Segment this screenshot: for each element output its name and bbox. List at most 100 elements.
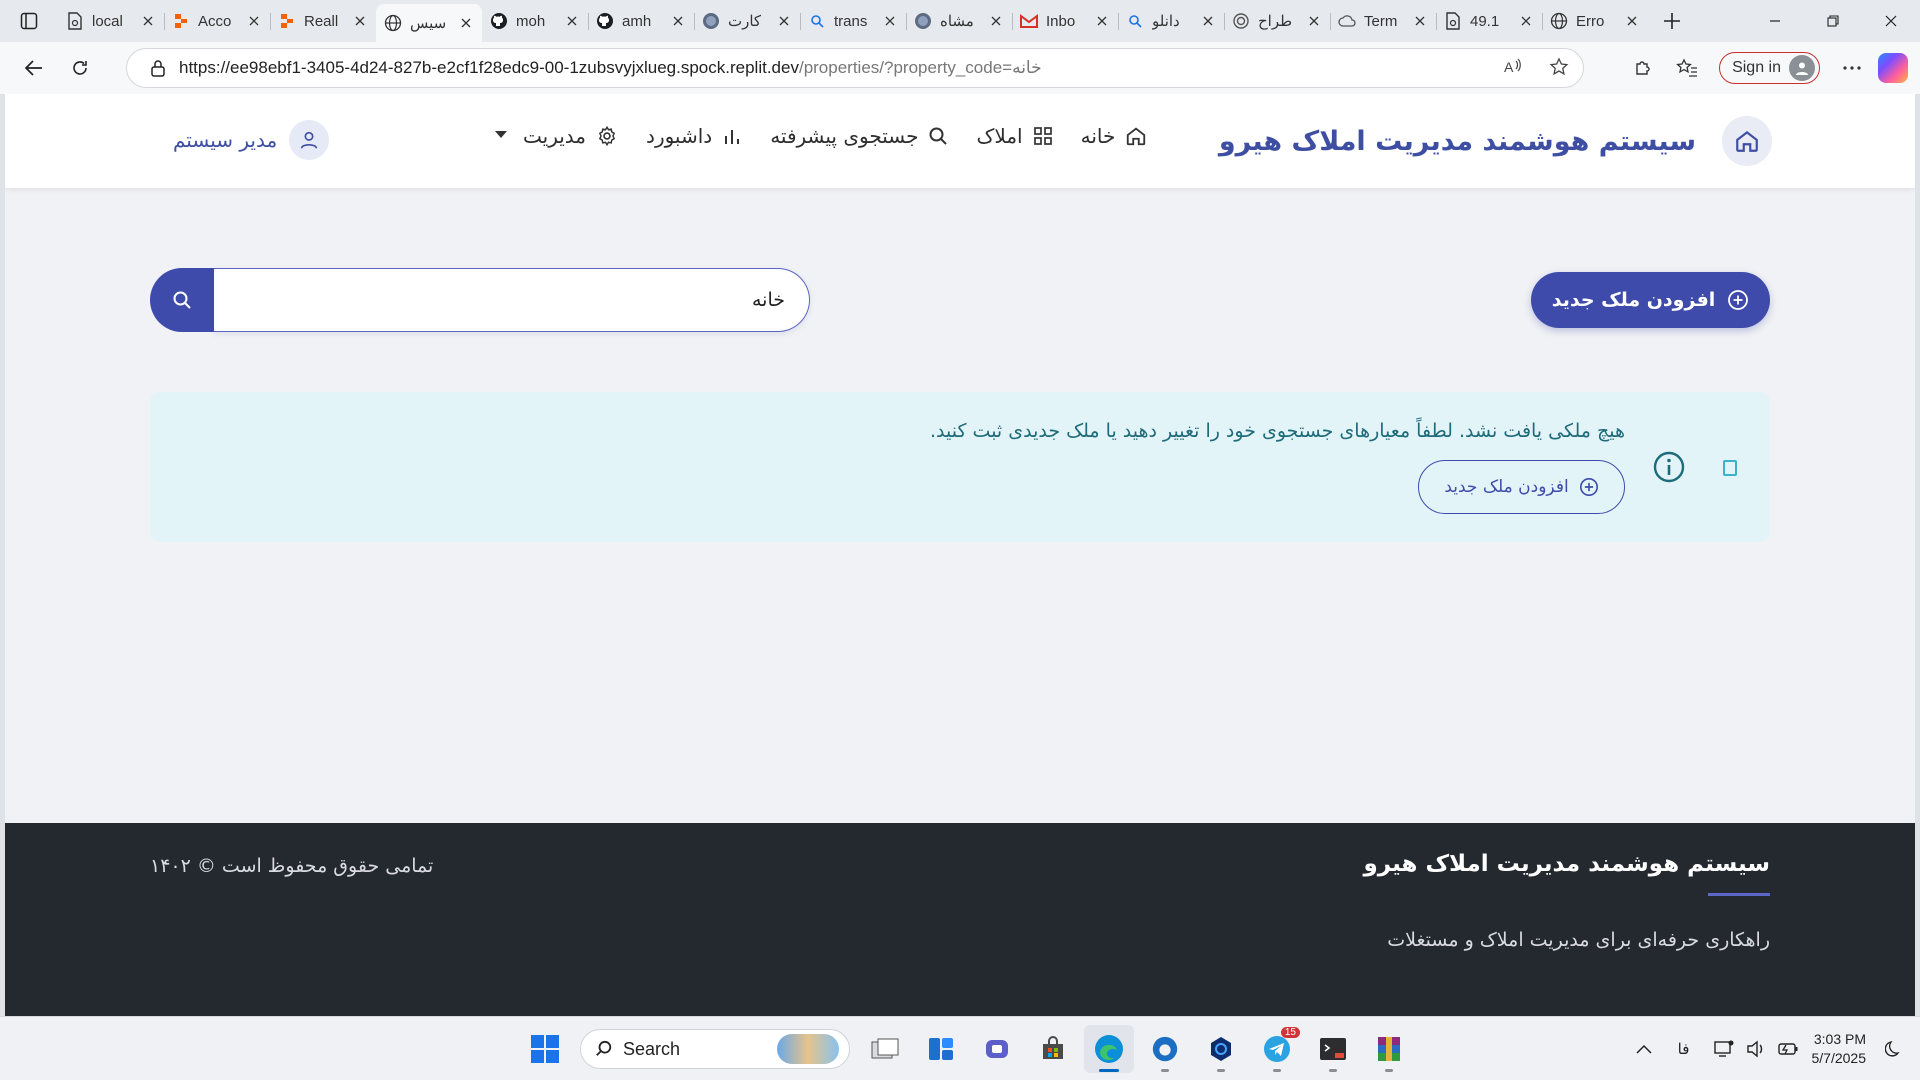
taskbar-winrar[interactable] <box>1364 1025 1414 1073</box>
close-icon <box>673 16 683 26</box>
browser-tab[interactable]: Term <box>1330 4 1436 38</box>
github-icon <box>596 12 614 30</box>
footer: سیستم هوشمند مدیریت املاک هیرو راهکاری ح… <box>5 823 1915 1016</box>
taskbar-teams[interactable] <box>972 1025 1022 1073</box>
search-icon <box>808 12 826 30</box>
menu-item-dashboard[interactable]: داشبورد <box>646 124 742 148</box>
volume-button[interactable] <box>1740 1033 1772 1065</box>
footer-divider <box>1708 893 1770 896</box>
alert-add-property-button[interactable]: افزودن ملک جدید <box>1418 460 1625 514</box>
battery-icon <box>1777 1043 1797 1055</box>
no-results-alert: هیچ ملکی یافت نشد. لطفاً معیارهای جستجوی… <box>150 392 1770 542</box>
tab-close-button[interactable] <box>670 13 686 29</box>
taskbar-task-view[interactable] <box>860 1025 910 1073</box>
alert-checkbox[interactable] <box>1723 460 1737 476</box>
add-property-button[interactable]: افزودن ملک جدید <box>1531 272 1770 328</box>
browser-tab[interactable]: کارت <box>694 4 800 38</box>
minimize-button[interactable] <box>1746 0 1804 42</box>
browser-tab[interactable]: trans <box>800 4 906 38</box>
sign-in-button[interactable]: Sign in <box>1719 52 1820 84</box>
close-icon <box>567 16 577 26</box>
browser-tab[interactable]: 49.1 <box>1436 4 1542 38</box>
address-bar[interactable]: https://ee98ebf1-3405-4d24-827b-e2cf1f28… <box>126 48 1584 88</box>
alert-button-label: افزودن ملک جدید <box>1444 477 1569 497</box>
image-icon <box>914 12 932 30</box>
start-button[interactable] <box>520 1025 570 1073</box>
clock[interactable]: 3:03 PM 5/7/2025 <box>1812 1030 1867 1068</box>
browser-tab[interactable]: local <box>58 4 164 38</box>
close-icon <box>885 16 895 26</box>
taskbar-app-hex[interactable] <box>1196 1025 1246 1073</box>
tab-close-button[interactable] <box>776 13 792 29</box>
user-menu[interactable]: مدیر سیستم <box>173 120 330 160</box>
input-language[interactable]: فا <box>1660 1033 1708 1065</box>
tab-close-button[interactable] <box>1412 13 1428 29</box>
footer-tagline: راهکاری حرفه‌ای برای مدیریت املاک و مستغ… <box>1387 929 1770 951</box>
taskbar-edge[interactable] <box>1084 1025 1134 1073</box>
copilot-icon[interactable] <box>1878 53 1908 83</box>
main-menu: خانه املاک جستجوی پیشرفته داشبورد مدیریت <box>495 124 1147 148</box>
back-button[interactable] <box>11 45 57 91</box>
language-label: فا <box>1677 1041 1690 1058</box>
url-text: https://ee98ebf1-3405-4d24-827b-e2cf1f28… <box>179 58 1042 78</box>
notifications-button[interactable] <box>1878 1033 1910 1065</box>
browser-tab[interactable]: مشاه <box>906 4 1012 38</box>
tab-close-button[interactable] <box>1094 13 1110 29</box>
cloud-icon <box>1338 12 1356 30</box>
search-button[interactable] <box>150 268 214 332</box>
tab-close-button[interactable] <box>1624 13 1640 29</box>
browser-tab[interactable]: دانلو <box>1118 4 1224 38</box>
menu-item-advanced-search[interactable]: جستجوی پیشرفته <box>770 124 948 148</box>
tab-close-button[interactable] <box>988 13 1004 29</box>
favorite-star-icon[interactable] <box>1549 57 1569 77</box>
favorites-button[interactable] <box>1665 46 1709 90</box>
close-icon <box>1203 16 1213 26</box>
tab-close-button[interactable] <box>564 13 580 29</box>
tab-close-button[interactable] <box>246 13 262 29</box>
tab-close-button[interactable] <box>1518 13 1534 29</box>
taskbar-terminal[interactable] <box>1308 1025 1358 1073</box>
tray-overflow-button[interactable] <box>1628 1033 1660 1065</box>
browser-tab[interactable]: Reall <box>270 4 376 38</box>
hexagon-app-icon <box>1211 1037 1231 1061</box>
browser-tab-strip: local Acco Reall سیس moh amh کارت trans مشاه Inbo… <box>0 0 1920 42</box>
browser-tab[interactable]: amh <box>588 4 694 38</box>
tab-close-button[interactable] <box>1200 13 1216 29</box>
settings-more-button[interactable] <box>1830 46 1874 90</box>
tab-close-button[interactable] <box>140 13 156 29</box>
browser-tab[interactable]: طراح <box>1224 4 1330 38</box>
browser-tab[interactable]: moh <box>482 4 588 38</box>
browser-tab[interactable]: سیس <box>376 4 482 42</box>
tab-close-button[interactable] <box>882 13 898 29</box>
taskbar-search[interactable]: Search <box>580 1029 850 1069</box>
tab-close-button[interactable] <box>1306 13 1322 29</box>
tab-title: کارت <box>728 13 762 30</box>
tab-close-button[interactable] <box>352 13 368 29</box>
svg-text:A: A <box>1504 59 1514 75</box>
tab-close-button[interactable] <box>458 15 474 31</box>
browser-tab[interactable]: Acco <box>164 4 270 38</box>
browser-tab[interactable]: Inbo <box>1012 4 1118 38</box>
taskbar-edge-dev[interactable] <box>1140 1025 1190 1073</box>
close-icon <box>355 16 365 26</box>
extensions-button[interactable] <box>1621 46 1665 90</box>
taskbar-store[interactable] <box>1028 1025 1078 1073</box>
restore-button[interactable] <box>1804 0 1862 42</box>
github-icon <box>490 12 508 30</box>
read-aloud-icon[interactable]: A <box>1503 57 1523 77</box>
new-tab-button[interactable] <box>1648 0 1696 42</box>
menu-item-home[interactable]: خانه <box>1081 124 1148 148</box>
battery-button[interactable] <box>1772 1033 1804 1065</box>
menu-item-management[interactable]: مدیریت <box>495 124 618 148</box>
search-input[interactable] <box>214 268 810 332</box>
tab-actions-button[interactable] <box>0 0 58 42</box>
reload-button[interactable] <box>57 45 103 91</box>
browser-tab[interactable]: Erro <box>1542 4 1648 38</box>
taskbar-telegram[interactable]: 15 <box>1252 1025 1302 1073</box>
menu-item-properties[interactable]: املاک <box>976 124 1052 148</box>
search-icon <box>1126 12 1144 30</box>
network-button[interactable] <box>1708 1033 1740 1065</box>
brand[interactable]: سیستم هوشمند مدیریت املاک هیرو <box>1219 116 1772 166</box>
close-window-button[interactable] <box>1862 0 1920 42</box>
taskbar-widgets[interactable] <box>916 1025 966 1073</box>
